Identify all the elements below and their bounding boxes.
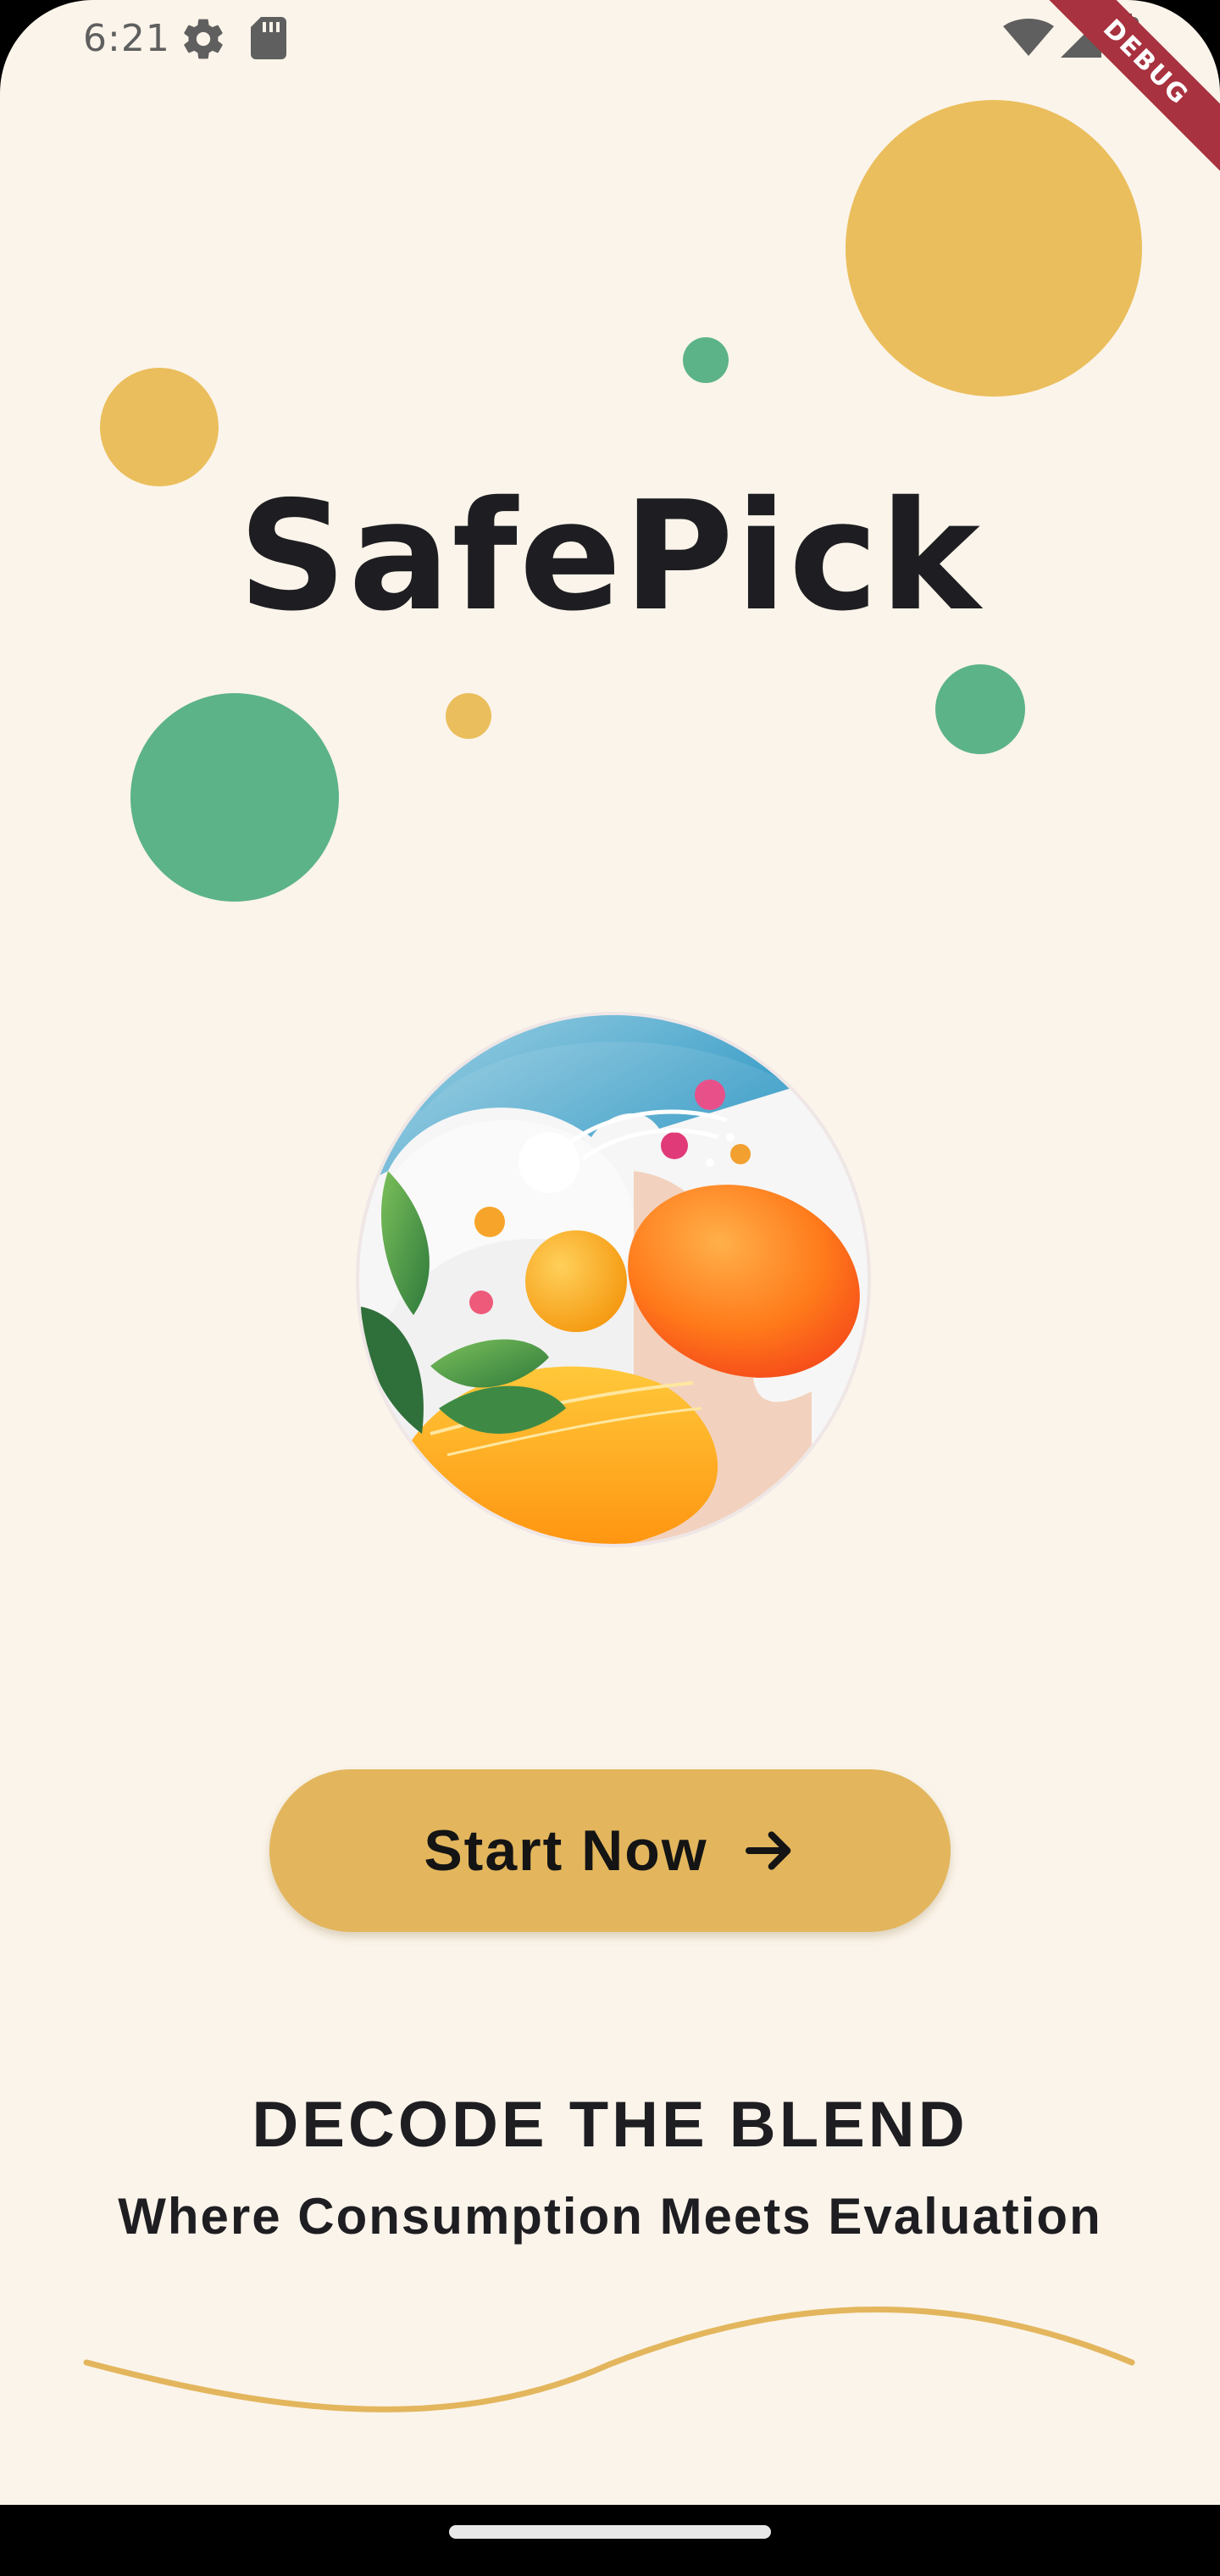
decor-circle-green — [935, 664, 1025, 754]
status-time: 6:21 — [83, 17, 170, 60]
sd-card-icon — [251, 17, 286, 59]
system-nav-bar — [0, 2505, 1220, 2576]
wifi-icon — [1003, 19, 1054, 56]
start-now-button[interactable]: Start Now — [269, 1769, 951, 1932]
decor-wave — [83, 2306, 1135, 2412]
gear-icon — [184, 19, 223, 59]
fruit-blend-logo — [356, 1012, 871, 1547]
decor-circle-large-yellow — [846, 100, 1142, 397]
decor-dot-yellow — [446, 693, 491, 739]
start-now-label: Start Now — [424, 1818, 708, 1883]
welcome-screen: 6:21 DEBUG SafePick Start Now DECODE THE… — [0, 0, 1220, 2576]
decor-dot-green — [683, 337, 729, 383]
tagline-subheadline: Where Consumption Meets Evaluation — [118, 2188, 1102, 2245]
app-title: SafePick — [238, 469, 982, 644]
home-indicator[interactable] — [449, 2525, 771, 2539]
arrow-right-icon — [745, 1831, 791, 1870]
decor-circle-large-green — [130, 693, 339, 902]
tagline-headline: DECODE THE BLEND — [252, 2089, 968, 2161]
